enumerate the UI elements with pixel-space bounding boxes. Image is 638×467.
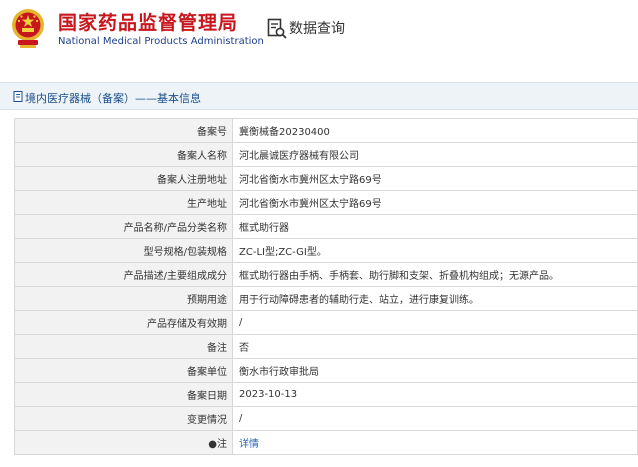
field-value: 框式助行器由手柄、手柄套、助行脚和支架、折叠机构组成；无源产品。 bbox=[232, 262, 638, 287]
field-label: 产品描述/主要组成成分 bbox=[14, 262, 233, 287]
breadcrumb: 境内医疗器械（备案）——基本信息 bbox=[0, 82, 638, 110]
table-row: 备案单位 衡水市行政审批局 bbox=[14, 358, 638, 383]
field-label: 生产地址 bbox=[14, 190, 233, 215]
field-label: 备案日期 bbox=[14, 382, 233, 407]
field-label: 预期用途 bbox=[14, 286, 233, 311]
field-value: / bbox=[232, 406, 638, 431]
table-row: 产品存储及有效期 / bbox=[14, 310, 638, 335]
table-row: 产品描述/主要组成成分 框式助行器由手柄、手柄套、助行脚和支架、折叠机构组成；无源… bbox=[14, 262, 638, 287]
data-query-title: 数据查询 bbox=[289, 21, 345, 37]
field-label: 产品存储及有效期 bbox=[14, 310, 233, 335]
details-link[interactable]: 详情 bbox=[239, 439, 259, 450]
table-row: 备案人名称 河北晨诚医疗器械有限公司 bbox=[14, 142, 638, 167]
national-emblem-icon bbox=[12, 9, 44, 48]
field-value: / bbox=[232, 310, 638, 335]
field-label: 变更情况 bbox=[14, 406, 233, 431]
field-value: 河北省衡水市冀州区太宁路69号 bbox=[232, 190, 638, 215]
breadcrumb-text: 境内医疗器械（备案）——基本信息 bbox=[25, 92, 201, 105]
note-label-cell: ●注 bbox=[14, 430, 233, 455]
table-row: 变更情况 / bbox=[14, 406, 638, 431]
table-row: 产品名称/产品分类名称 框式助行器 bbox=[14, 214, 638, 239]
site-name-cn: 国家药品监督管理局 bbox=[58, 12, 239, 34]
site-header: 国家药品监督管理局 National Medical Products Admi… bbox=[0, 0, 638, 58]
field-value: 否 bbox=[232, 334, 638, 359]
table-row: 生产地址 河北省衡水市冀州区太宁路69号 bbox=[14, 190, 638, 215]
field-value: 河北晨诚医疗器械有限公司 bbox=[232, 142, 638, 167]
field-value: 用于行动障碍患者的辅助行走、站立，进行康复训练。 bbox=[232, 286, 638, 311]
bullet-icon: ● bbox=[208, 439, 217, 450]
field-label: 型号规格/包装规格 bbox=[14, 238, 233, 263]
field-value: 2023-10-13 bbox=[232, 382, 638, 407]
table-row: 备注否 bbox=[14, 334, 638, 359]
field-label: 产品名称/产品分类名称 bbox=[14, 214, 233, 239]
field-label: 备案号 bbox=[14, 118, 233, 143]
record-detail-table: 备案号 冀衡械备20230400 备案人名称 河北晨诚医疗器械有限公司 备案人注册地址河… bbox=[14, 118, 638, 455]
table-row: 备案日期 2023-10-13 bbox=[14, 382, 638, 407]
field-value: 衡水市行政审批局 bbox=[232, 358, 638, 383]
field-label: 备案单位 bbox=[14, 358, 233, 383]
table-row-note: ●注 详情 bbox=[14, 430, 638, 455]
field-value: 河北省衡水市冀州区太宁路69号 bbox=[232, 166, 638, 191]
note-label: 注 bbox=[217, 439, 227, 450]
table-row: 备案人注册地址 河北省衡水市冀州区太宁路69号 bbox=[14, 166, 638, 191]
table-row: 型号规格/包装规格 ZC-LI型;ZC-GI型。 bbox=[14, 238, 638, 263]
field-label: 备案人注册地址 bbox=[14, 166, 233, 191]
table-row: 备案号 冀衡械备20230400 bbox=[14, 118, 638, 143]
document-search-icon bbox=[267, 18, 287, 39]
site-name-en: National Medical Products Administration bbox=[58, 36, 264, 47]
document-icon bbox=[13, 91, 23, 102]
note-value-cell: 详情 bbox=[232, 430, 638, 455]
table-row: 预期用途 用于行动障碍患者的辅助行走、站立，进行康复训练。 bbox=[14, 286, 638, 311]
field-label: 备注 bbox=[14, 334, 233, 359]
field-value: ZC-LI型;ZC-GI型。 bbox=[232, 238, 638, 263]
field-label: 备案人名称 bbox=[14, 142, 233, 167]
field-value: 冀衡械备20230400 bbox=[232, 118, 638, 143]
field-value: 框式助行器 bbox=[232, 214, 638, 239]
